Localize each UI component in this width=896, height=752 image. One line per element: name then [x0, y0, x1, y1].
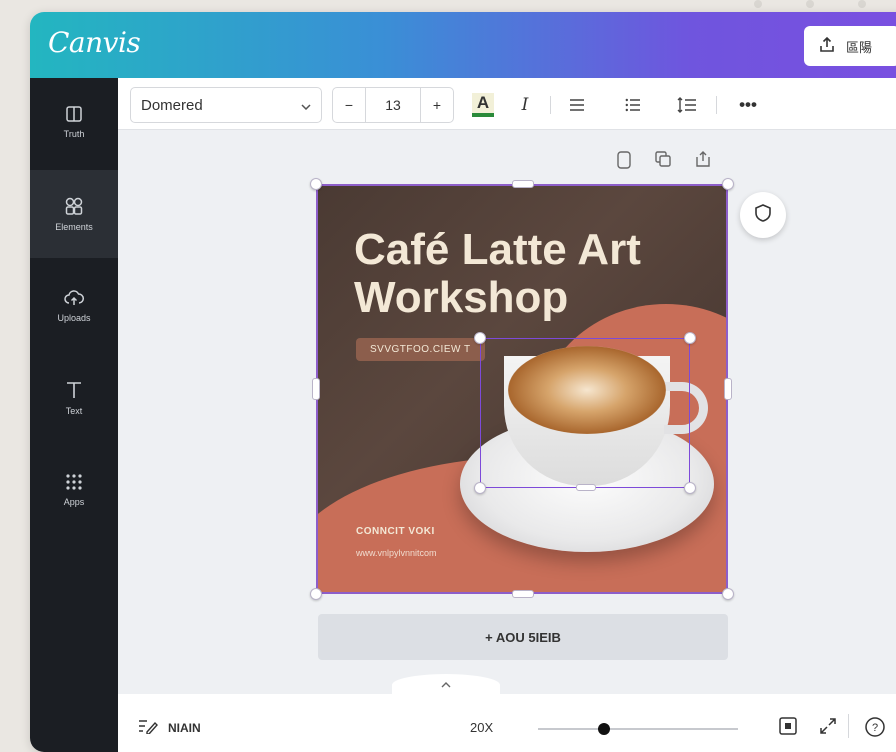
template-icon	[65, 105, 83, 123]
notes-button[interactable]: NIAIN	[138, 718, 201, 737]
duplicate-icon[interactable]	[654, 150, 672, 175]
align-icon[interactable]	[562, 90, 592, 120]
sidebar-item-label: Elements	[55, 222, 93, 232]
image-handle-bottom-left[interactable]	[474, 482, 486, 494]
collapse-tab[interactable]	[392, 674, 500, 696]
website-text[interactable]: www.vnlpylvnnitcom	[356, 548, 437, 558]
contact-text[interactable]: CONNCIT VOKI	[356, 526, 435, 537]
image-handle-bottom[interactable]	[576, 484, 596, 491]
sidebar-item-label: Truth	[63, 129, 85, 139]
sidebar: Truth Elements Uploads Text Apps	[30, 78, 118, 752]
page-view-icon[interactable]	[778, 716, 798, 741]
date-pill[interactable]: SVVGTFOO.CIEW T	[356, 338, 485, 361]
sidebar-item-label: Apps	[63, 497, 85, 507]
text-color-letter: A	[471, 93, 495, 117]
toolbar-divider	[716, 96, 717, 114]
sidebar-item-elements[interactable]: Elements	[30, 170, 118, 258]
increase-size-button[interactable]: +	[421, 88, 453, 122]
chevron-down-icon	[301, 97, 311, 114]
text-color-button[interactable]: A	[468, 90, 498, 120]
share-out-icon[interactable]	[694, 150, 712, 175]
share-button[interactable]: 區陽	[804, 26, 896, 66]
image-handle-top-left[interactable]	[474, 332, 486, 344]
toolbar-divider	[550, 96, 551, 114]
share-button-label: 區陽	[846, 39, 873, 55]
zoom-slider[interactable]	[538, 723, 738, 735]
notes-label: NIAIN	[168, 720, 201, 735]
more-options-button[interactable]: •••	[728, 90, 768, 120]
design-headline[interactable]: Café Latte Art Workshop	[354, 226, 694, 322]
text-toolbar: Domered − 13 + A I •••	[118, 78, 896, 130]
editor-window: Canvis 區陽 Truth Elements Uploads Text Ap…	[30, 12, 896, 752]
image-selection-box[interactable]	[480, 338, 690, 488]
resize-handle-top[interactable]	[512, 180, 534, 188]
resize-handle-bottom-right[interactable]	[722, 588, 734, 600]
font-size-input[interactable]: 13	[365, 88, 421, 122]
font-family-select[interactable]: Domered	[130, 87, 322, 123]
window-dots	[754, 0, 866, 8]
text-icon	[65, 380, 83, 400]
shield-icon	[753, 203, 773, 228]
top-bar: Canvis 區陽	[30, 12, 896, 78]
decrease-size-button[interactable]: −	[333, 88, 365, 122]
resize-handle-top-left[interactable]	[310, 178, 322, 190]
image-handle-top-right[interactable]	[684, 332, 696, 344]
chevron-up-icon	[441, 680, 451, 691]
resize-handle-right[interactable]	[724, 378, 732, 400]
sidebar-item-templates[interactable]: Truth	[30, 78, 118, 166]
sidebar-item-uploads[interactable]: Uploads	[30, 262, 118, 350]
app-logo[interactable]: Canvis	[48, 26, 141, 59]
sidebar-item-text[interactable]: Text	[30, 354, 118, 442]
zoom-level[interactable]: 20X	[470, 720, 493, 735]
zoom-slider-knob[interactable]	[598, 723, 610, 735]
image-handle-bottom-right[interactable]	[684, 482, 696, 494]
resize-handle-bottom-left[interactable]	[310, 588, 322, 600]
spacing-icon[interactable]	[672, 90, 702, 120]
rotate-button[interactable]	[740, 192, 786, 238]
share-icon	[818, 36, 836, 57]
add-page-button[interactable]: + AOU 5IEIB	[318, 614, 728, 660]
italic-button[interactable]: I	[510, 90, 540, 120]
element-mini-actions	[616, 150, 712, 175]
notes-icon	[138, 718, 158, 737]
sidebar-item-label: Text	[65, 406, 83, 416]
sidebar-item-label: Uploads	[57, 313, 91, 323]
apps-icon	[65, 473, 83, 491]
sidebar-item-apps[interactable]: Apps	[30, 446, 118, 534]
font-size-stepper: − 13 +	[332, 87, 454, 123]
font-family-value: Domered	[141, 96, 203, 114]
bottom-divider	[848, 714, 849, 738]
svg-text:?: ?	[872, 722, 878, 734]
lock-icon[interactable]	[616, 150, 632, 175]
bottom-bar: NIAIN 20X ?	[118, 694, 896, 752]
resize-handle-bottom[interactable]	[512, 590, 534, 598]
elements-icon	[64, 196, 84, 216]
upload-icon	[64, 289, 84, 307]
help-icon[interactable]: ?	[864, 716, 886, 743]
list-icon[interactable]	[618, 90, 648, 120]
resize-handle-top-right[interactable]	[722, 178, 734, 190]
fullscreen-icon[interactable]	[818, 716, 838, 741]
resize-handle-left[interactable]	[312, 378, 320, 400]
